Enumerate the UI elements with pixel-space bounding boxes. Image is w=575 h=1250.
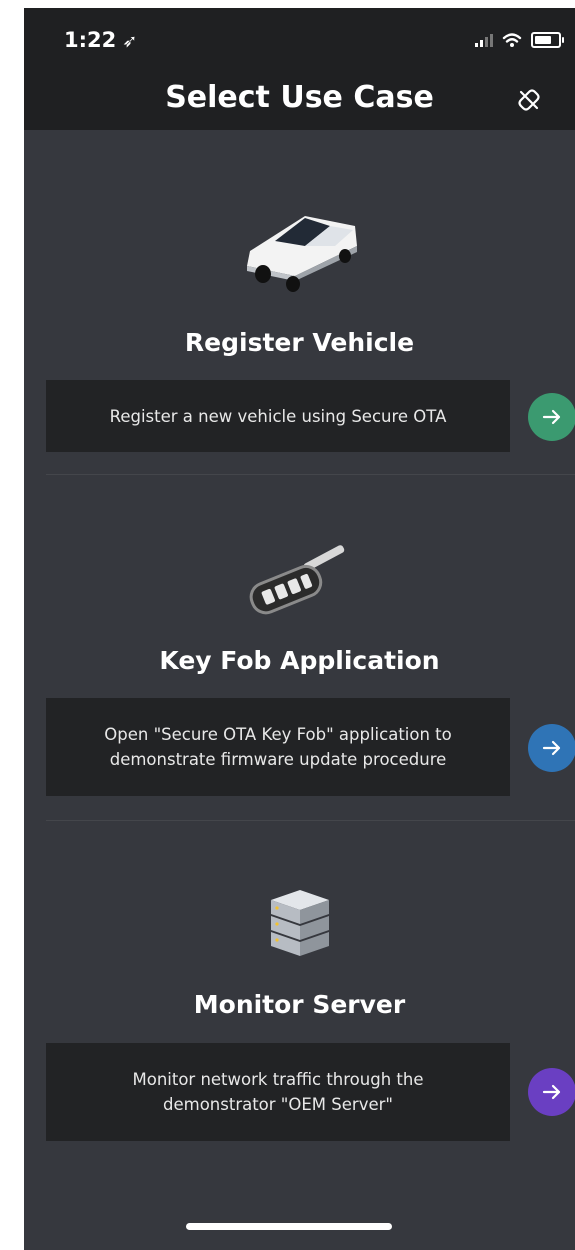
section-description: Monitor network traffic through the demo… xyxy=(46,1043,510,1141)
section-title: Register Vehicle xyxy=(184,328,415,357)
register-vehicle-arrow-button[interactable] xyxy=(528,393,575,441)
arrow-right-icon xyxy=(542,740,561,756)
status-time: 1:22 ➶ xyxy=(64,28,137,52)
unlink-icon[interactable] xyxy=(515,86,543,114)
arrow-right-icon xyxy=(542,1084,561,1100)
page-title: Select Use Case xyxy=(165,80,434,115)
key-fob-arrow-button[interactable] xyxy=(528,724,575,772)
description-text: Monitor network traffic through the demo… xyxy=(132,1070,424,1114)
section-description: Register a new vehicle using Secure OTA xyxy=(46,380,510,452)
app-screen: 1:22 ➶ Select Use Case Register Vehicle … xyxy=(24,8,575,1250)
home-indicator[interactable] xyxy=(186,1223,392,1230)
monitor-server-arrow-button[interactable] xyxy=(528,1068,575,1116)
cellular-signal-icon xyxy=(475,33,493,47)
server-icon xyxy=(270,890,329,956)
description-text: Open "Secure OTA Key Fob" application to… xyxy=(104,725,452,769)
arrow-right-icon xyxy=(542,409,561,425)
section-title: Key Fob Application xyxy=(159,646,440,675)
divider xyxy=(46,820,575,821)
battery-icon xyxy=(531,32,564,48)
location-arrow-icon: ➶ xyxy=(122,31,138,52)
wifi-icon xyxy=(502,33,522,47)
description-text: Register a new vehicle using Secure OTA xyxy=(109,406,447,426)
key-fob-icon xyxy=(249,545,344,615)
section-description: Open "Secure OTA Key Fob" application to… xyxy=(46,698,510,796)
status-icons xyxy=(475,30,564,50)
divider xyxy=(46,474,575,475)
status-time-text: 1:22 xyxy=(64,28,117,52)
section-title: Monitor Server xyxy=(193,990,406,1019)
header-bar: 1:22 ➶ Select Use Case xyxy=(24,8,575,130)
vehicle-icon xyxy=(246,216,357,292)
